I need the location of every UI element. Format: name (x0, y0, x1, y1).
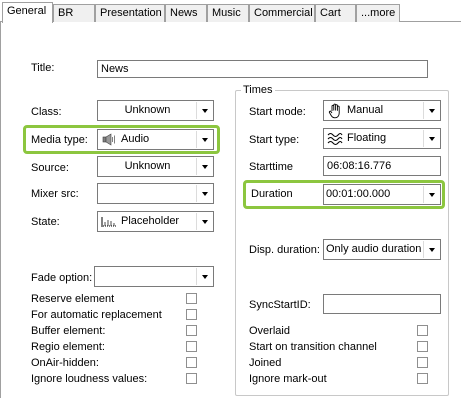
tab-general[interactable]: General (2, 2, 53, 23)
duration-value: 00:01:00.000 (326, 188, 391, 200)
buffer-element-label: Buffer element: (31, 325, 106, 337)
hand-icon (328, 103, 340, 119)
times-group-title: Times (241, 84, 275, 97)
source-value: Unknown (124, 160, 171, 172)
start-transition-channel-checkbox[interactable] (417, 341, 428, 352)
joined-label: Joined (249, 357, 282, 369)
state-select[interactable]: Placeholder (97, 211, 214, 232)
chevron-down-icon[interactable] (423, 130, 439, 147)
chevron-down-icon[interactable] (196, 102, 212, 119)
chevron-down-icon[interactable] (196, 185, 212, 202)
start-type-label: Start type: (249, 134, 300, 146)
joined-checkbox[interactable] (417, 357, 428, 368)
mixer-src-label: Mixer src: (31, 188, 79, 200)
chevron-down-icon[interactable] (423, 102, 439, 119)
class-select[interactable]: Unknown (97, 100, 214, 121)
mixer-src-value (100, 185, 195, 202)
fade-option-select[interactable] (94, 266, 214, 287)
tab-presentation[interactable]: Presentation (95, 4, 165, 22)
class-value: Unknown (124, 104, 171, 116)
disp-duration-label: Disp. duration: (249, 244, 320, 256)
ignore-loudness-checkbox[interactable] (186, 373, 197, 384)
starttime-input[interactable]: 06:08:16.776 (323, 156, 441, 176)
mixer-src-select[interactable] (97, 183, 214, 204)
sync-start-input[interactable] (323, 294, 441, 314)
state-label: State: (31, 216, 60, 228)
regio-element-label: Regio element: (31, 341, 105, 353)
class-label: Class: (31, 106, 62, 118)
media-type-label: Media type: (31, 134, 88, 146)
reserve-element-checkbox[interactable] (186, 293, 197, 304)
title-label: Title: (31, 62, 55, 74)
ignore-mark-out-checkbox[interactable] (417, 373, 428, 384)
chevron-down-icon[interactable] (196, 268, 212, 285)
title-input[interactable]: News (97, 60, 428, 78)
fade-option-value (97, 268, 195, 285)
duration-label: Duration (251, 188, 293, 200)
chevron-down-icon[interactable] (196, 213, 212, 230)
tab-cart[interactable]: Cart (315, 4, 356, 22)
media-type-select[interactable]: Audio (97, 129, 214, 150)
automatic-replacement-checkbox[interactable] (186, 309, 197, 320)
waves-icon (327, 133, 343, 145)
general-panel: Title: News Class: Unknown Media type: A… (0, 22, 461, 398)
start-transition-channel-label: Start on transition channel (249, 341, 377, 353)
chevron-down-icon[interactable] (196, 158, 212, 175)
start-mode-value: Manual (347, 104, 384, 116)
tab-commercial[interactable]: Commercial (249, 4, 315, 22)
overlaid-label: Overlaid (249, 325, 290, 337)
reserve-element-label: Reserve element (31, 293, 115, 305)
chevron-down-icon[interactable] (423, 241, 439, 258)
disp-duration-value: Only audio duration (326, 243, 422, 255)
chevron-down-icon[interactable] (423, 186, 439, 203)
sync-start-label: SyncStartID: (249, 299, 311, 311)
tab-bar: General BR Presentation News Music Comme… (0, 2, 461, 23)
regio-element-checkbox[interactable] (186, 341, 197, 352)
tab-more[interactable]: ...more (356, 4, 400, 22)
tab-music[interactable]: Music (207, 4, 249, 22)
start-mode-select[interactable]: Manual (323, 100, 441, 121)
tab-br[interactable]: BR (53, 4, 95, 22)
state-value: Placeholder (121, 215, 180, 227)
disp-duration-select[interactable]: Only audio duration (323, 239, 441, 260)
chevron-down-icon[interactable] (196, 131, 212, 148)
buffer-element-checkbox[interactable] (186, 325, 197, 336)
placeholder-icon (101, 217, 116, 227)
ignore-mark-out-label: Ignore mark-out (249, 373, 327, 385)
speaker-icon (102, 133, 115, 146)
overlaid-checkbox[interactable] (417, 325, 428, 336)
automatic-replacement-label: For automatic replacement (31, 309, 162, 321)
start-mode-label: Start mode: (249, 106, 306, 118)
onair-hidden-label: OnAir-hidden: (31, 357, 99, 369)
start-type-value: Floating (347, 132, 387, 144)
starttime-label: Starttime (249, 161, 294, 173)
tab-news[interactable]: News (165, 4, 207, 22)
fade-option-label: Fade option: (31, 272, 93, 284)
source-select[interactable]: Unknown (97, 156, 214, 177)
onair-hidden-checkbox[interactable] (186, 357, 197, 368)
ignore-loudness-label: Ignore loudness values: (31, 373, 148, 385)
media-type-value: Audio (121, 133, 150, 145)
start-type-select[interactable]: Floating (323, 128, 441, 149)
source-label: Source: (31, 162, 69, 174)
duration-select[interactable]: 00:01:00.000 (323, 184, 441, 205)
